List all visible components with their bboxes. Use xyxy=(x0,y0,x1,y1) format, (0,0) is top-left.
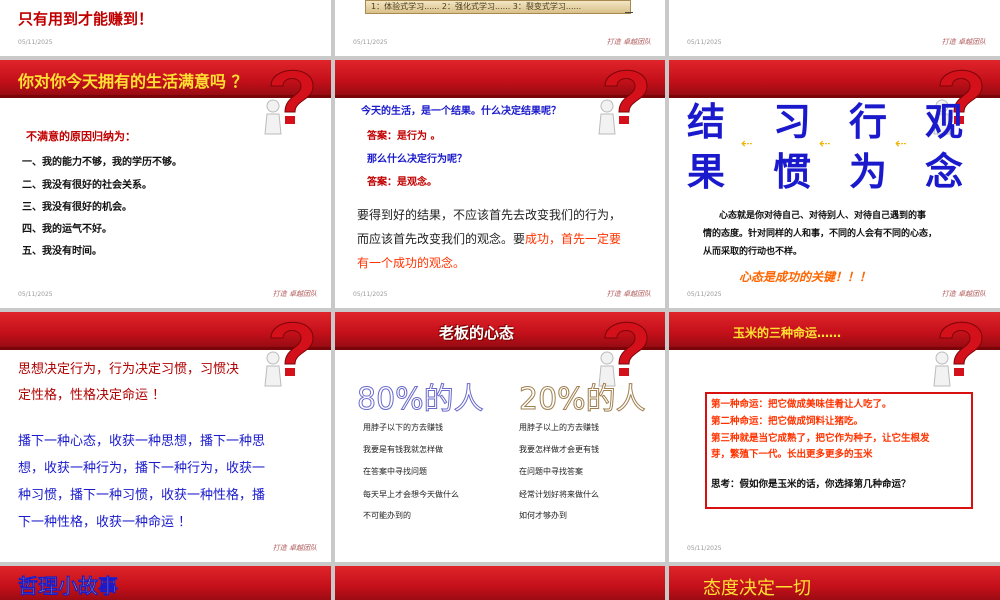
slide-thumb-concepts[interactable]: 结 果 习 惯 行 为 观 念 ⇠ ⇠ ⇠ 心态就是你对待自己、对待别人、对待自… xyxy=(669,60,1000,308)
slide-thumb-2[interactable]: 1：体验式学习...... 2：强化式学习...... 3：裂变式学习.....… xyxy=(335,0,665,56)
slide-thumb-sowing[interactable]: 思想决定行为，行为决定习惯，习惯决 定性格，性格决定命运 ！ 播下一种心态，收获… xyxy=(0,312,331,562)
slide-brand: 打造 卓越团队 xyxy=(941,38,986,46)
big-char: 结 xyxy=(687,100,726,144)
big-char: 为 xyxy=(849,150,888,194)
highlight-text: 有一个成功的观念。 xyxy=(357,256,466,270)
big-char: 念 xyxy=(925,150,964,194)
paragraph-line-text: 而应该首先改变我们的观念。要 xyxy=(357,232,526,246)
slide-thumb-satisfaction[interactable]: 你对你今天拥有的生活满意吗 ？ 不满意的原因归纳为： 一、我的能力不够，我的学历… xyxy=(0,60,331,308)
slide-thumb-1[interactable]: 只有用到才能赚到！ 05/11/2025 xyxy=(0,0,331,56)
slogan: 心态是成功的关键！！！ xyxy=(739,270,872,284)
list-item: 在答案中寻找问题 xyxy=(363,467,427,476)
big-char: 观 xyxy=(925,100,964,144)
paragraph-line: 心态就是你对待自己、对待别人、对待自己遇到的事 xyxy=(719,211,927,221)
slide-date: 05/11/2025 xyxy=(353,291,388,298)
big-char: 惯 xyxy=(773,150,812,194)
paragraph-line: 定性格，性格决定命运 ！ xyxy=(18,388,166,403)
paragraph-line: 第一种命运：把它做成美味佳肴让人吃了。 xyxy=(711,399,892,410)
slide-thumb-results[interactable]: 今天的生活，是一个结果。什么决定结果呢？ 答案：是行为 。 那么什么决定行为呢？… xyxy=(335,60,665,308)
slide-thumb-attitude[interactable]: 态度决定一切 xyxy=(669,566,1000,600)
question-mark-man-icon xyxy=(264,69,314,135)
list-item: 用脖子以下的方去赚钱 xyxy=(363,423,443,432)
question-mark-man-icon xyxy=(598,69,648,135)
slide-date: 05/11/2025 xyxy=(353,39,388,46)
column-heading: 20%的人 xyxy=(519,382,647,418)
paragraph-line: 种习惯，播下一种习惯，收获一种性格，播 xyxy=(18,488,266,503)
list-item: 每天早上才会想今天做什么 xyxy=(363,490,459,499)
paragraph-line: 第二种命运：把它做成饲料让猪吃。 xyxy=(711,416,864,427)
slide-date: 05/11/2025 xyxy=(18,39,53,46)
question-text: 思考：假如你是玉米的话，你选择第几种命运？ xyxy=(711,479,911,490)
question-mark-man-icon xyxy=(933,321,983,387)
highlight-text: 成功，首先一定要 xyxy=(525,232,622,246)
list-item: 我要是有钱我就怎样做 xyxy=(363,445,443,454)
slide-date: 05/11/2025 xyxy=(687,39,722,46)
slide-title: 你对你今天拥有的生活满意吗 ？ xyxy=(18,72,248,91)
paragraph-line: 而应该首先改变我们的观念。要成功，首先一定要 xyxy=(357,230,621,247)
paragraph-line: 第三种就是当它成熟了，把它作为种子，让它生根发 xyxy=(711,433,930,444)
list-item: 经常计划好将来做什么 xyxy=(519,490,599,499)
arrow-left-icon: ⇠ xyxy=(741,136,753,152)
paragraph-line: 要得到好的结果，不应该首先去改变我们的行为， xyxy=(357,208,622,222)
slide-brand: 打造 卓越团队 xyxy=(941,290,986,298)
arrow-left-icon: ⇠ xyxy=(819,136,831,152)
list-item: 如何才够办到 xyxy=(519,511,567,520)
question-mark-man-icon xyxy=(264,321,314,387)
slide-thumb-blank[interactable] xyxy=(335,566,665,600)
list-item: 在问题中寻找答案 xyxy=(519,467,583,476)
slide-date: 05/11/2025 xyxy=(687,291,722,298)
slide-brand: 打造 卓越团队 xyxy=(272,544,317,552)
list-item: 不可能办到的 xyxy=(363,511,411,520)
slide-brand: 打造 卓越团队 xyxy=(606,38,651,46)
answer-text: 答案：是观念。 xyxy=(367,177,437,188)
list-item: 我要怎样做才会更有钱 xyxy=(519,445,599,454)
arrow-line xyxy=(625,12,633,13)
slide-heading: 不满意的原因归纳为： xyxy=(26,130,136,143)
list-item: 四、我的运气不好。 xyxy=(22,224,112,235)
paragraph-line: 芽，繁殖下一代。长出更多更多的玉米 xyxy=(711,449,873,460)
paragraph-line: 思想决定行为，行为决定习惯，习惯决 xyxy=(18,362,240,377)
big-char: 习 xyxy=(773,100,812,144)
question-text: 今天的生活，是一个结果。什么决定结果呢？ xyxy=(361,106,561,117)
paragraph-line: 从而采取的行动也不样。 xyxy=(703,247,803,257)
big-char: 行 xyxy=(849,100,888,144)
slide-title: 老板的心态 xyxy=(439,324,515,342)
slide-date: 05/11/2025 xyxy=(18,291,53,298)
slide-title: 态度决定一切 xyxy=(703,578,811,599)
arrow-left-icon: ⇠ xyxy=(895,136,907,152)
answer-text: 答案：是行为 。 xyxy=(367,131,441,142)
slide-text: 只有用到才能赚到！ xyxy=(18,10,154,28)
slide-title: 玉米的三种命运…… xyxy=(733,326,842,340)
list-item: 二、我没有很好的社会关系。 xyxy=(22,180,152,191)
paragraph-line: 播下一种心态，收获一种思想，播下一种思 xyxy=(18,434,266,449)
slide-thumb-story[interactable]: 哲理小故事 xyxy=(0,566,331,600)
column-heading: 80%的人 xyxy=(357,382,485,418)
big-char: 果 xyxy=(687,150,726,194)
list-item: 五、我没有时间。 xyxy=(22,246,102,257)
paragraph-line: 下一种性格，收获一种命运 ！ xyxy=(18,515,192,530)
title-band xyxy=(335,566,665,600)
list-item: 一、我的能力不够，我的学历不够。 xyxy=(22,157,182,168)
list-item: 用脖子以上的方去赚钱 xyxy=(519,423,599,432)
list-item: 三、我没有很好的机会。 xyxy=(22,202,132,213)
paragraph-line: 想，收获一种行为，播下一种行为，收获一 xyxy=(18,461,266,476)
slide-thumb-boss-mindset[interactable]: 老板的心态 80%的人 20%的人 用脖子以下的方去赚钱 我要是有钱我就怎样做 … xyxy=(335,312,665,562)
slide-brand: 打造 卓越团队 xyxy=(606,290,651,298)
slide-thumb-corn[interactable]: 玉米的三种命运…… 第一种命运：把它做成美味佳肴让人吃了。 第二种命运：把它做成… xyxy=(669,312,1000,562)
slide-title: 哲理小故事 xyxy=(18,574,119,599)
question-text: 那么什么决定行为呢？ xyxy=(367,154,467,165)
paragraph-line: 情的态度。针对同样的人和事，不同的人会有不同的心态， xyxy=(703,229,938,239)
progress-bar-label: 1：体验式学习...... 2：强化式学习...... 3：裂变式学习.....… xyxy=(371,2,582,11)
slide-brand: 打造 卓越团队 xyxy=(272,290,317,298)
slide-thumb-3[interactable]: 05/11/2025 打造 卓越团队 xyxy=(669,0,1000,56)
slide-date: 05/11/2025 xyxy=(687,545,722,552)
